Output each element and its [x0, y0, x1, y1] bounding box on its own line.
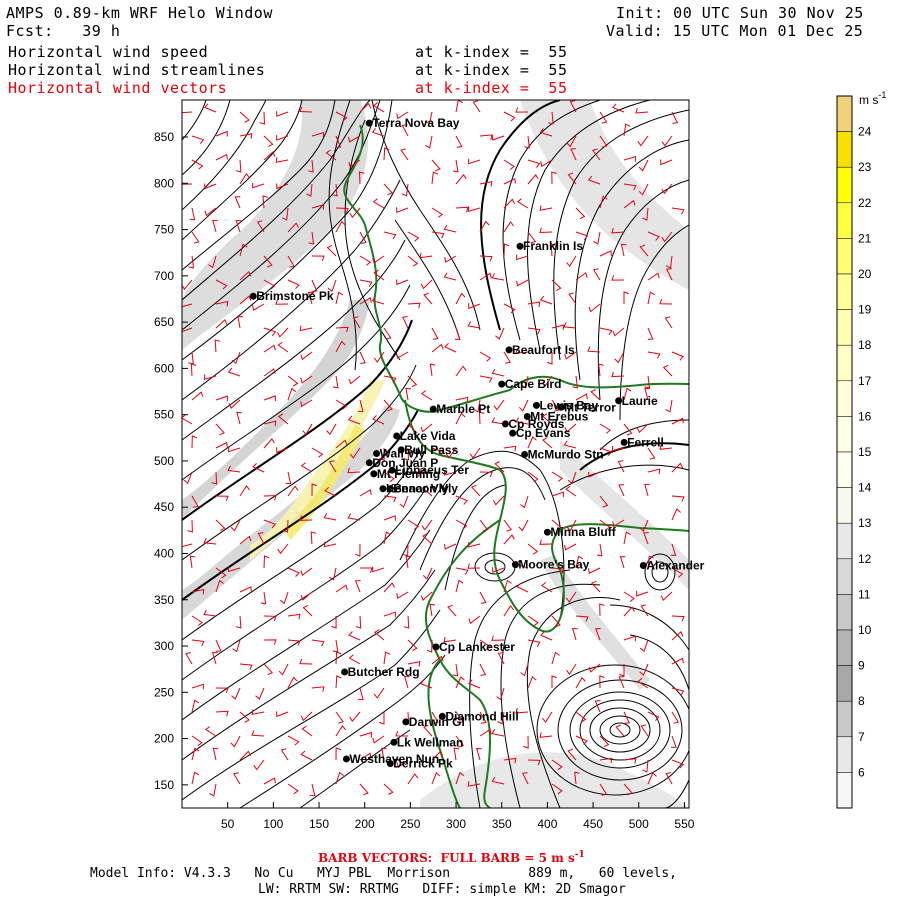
station-label: Linnaeus Ter: [395, 463, 469, 477]
x-tick-label: 150: [309, 817, 329, 831]
colorbar-label: 18: [858, 338, 872, 352]
colorbar-label: 10: [858, 623, 872, 637]
station-label: Cape Bird: [505, 377, 562, 391]
station-label: McMurdo Stn: [528, 447, 604, 461]
colorbar-segment: [836, 166, 853, 204]
colorbar-label: 16: [858, 409, 872, 423]
y-tick-label: 550: [154, 408, 174, 422]
barb-note: BARB VECTORS: FULL BARB = 5 m s-1: [318, 850, 585, 865]
colorbar-segment: [836, 95, 853, 132]
x-tick-label: 500: [629, 817, 649, 831]
colorbar-segment: [836, 772, 853, 809]
x-tick-label: 550: [674, 817, 694, 831]
x-tick-label: 300: [446, 817, 466, 831]
colorbar-segment: [836, 594, 853, 631]
y-tick-label: 400: [154, 546, 174, 560]
station-label: Diamond Hill: [445, 709, 518, 723]
station-label: Terra Nova Bay: [372, 116, 459, 130]
y-tick-label: 850: [154, 130, 174, 144]
model-info-physics: LW: RRTM SW: RRTMG DIFF: simple KM: 2D S…: [258, 882, 626, 897]
colorbar-label: 14: [858, 481, 872, 495]
x-tick-label: 200: [355, 817, 375, 831]
colorbar-segment: [836, 665, 853, 702]
station-label: Derrick Pk: [393, 757, 453, 771]
colorbar-segment: [836, 380, 853, 417]
colorbar-segment: [836, 202, 853, 239]
colorbar-segment: [836, 736, 853, 773]
colorbar-segment: [836, 238, 853, 275]
station-label: Ferrell: [627, 435, 664, 449]
y-tick-label: 300: [154, 639, 174, 653]
x-tick-label: 100: [263, 817, 283, 831]
colorbar-label: 6: [858, 765, 865, 779]
station-label: Minna Bluff: [550, 525, 616, 539]
colorbar-label: 7: [858, 730, 865, 744]
y-tick-label: 650: [154, 315, 174, 329]
colorbar-label: 9: [858, 659, 865, 673]
x-tick-label: 250: [400, 817, 420, 831]
colorbar-segment: [836, 344, 853, 382]
station-label: Moore's Bay: [518, 558, 589, 572]
colorbar-label: 8: [858, 694, 865, 708]
y-tick-label: 150: [154, 778, 174, 792]
colorbar-label: 15: [858, 445, 872, 459]
colorbar-label: 22: [858, 196, 872, 210]
colorbar-segment: [836, 522, 853, 560]
station-label: Cp Evans: [516, 426, 571, 440]
station-label: Cp Lankester: [439, 640, 515, 654]
x-tick-label: 400: [537, 817, 557, 831]
station-label: Laurie: [622, 394, 658, 408]
y-tick-label: 250: [154, 685, 174, 699]
colorbar-segment: [836, 558, 853, 595]
colorbar-label: 24: [858, 125, 872, 139]
station-label: Franklin Is: [523, 239, 583, 253]
y-tick-label: 500: [154, 454, 174, 468]
station-label: Marble Pt: [436, 402, 490, 416]
colorbar-segment: [836, 273, 853, 310]
y-tick-label: 750: [154, 223, 174, 237]
wind-map: 50 100 150 200 250 300 350 400 450 500 550 150 200 2…: [154, 90, 886, 831]
y-tick-label: 450: [154, 500, 174, 514]
colorbar-label: 17: [858, 374, 872, 388]
colorbar-segment: [836, 416, 853, 453]
y-tick-label: 200: [154, 732, 174, 746]
x-tick-label: 50: [221, 817, 235, 831]
station-label: Brimstone Pk: [256, 289, 334, 303]
colorbar-segment: [836, 487, 853, 524]
y-tick-label: 700: [154, 269, 174, 283]
station-label: Mt Erebus: [530, 410, 588, 424]
colorbar-segment: [836, 629, 853, 666]
colorbar-label: 13: [858, 516, 872, 530]
colorbar-label: 12: [858, 552, 872, 566]
colorbar: m s-1 24 23 22 21 20 19 18 17 16 15 14 13 12 11 10 9 8 7 6: [836, 90, 886, 809]
x-tick-label: 450: [583, 817, 603, 831]
model-info: Model Info: V4.3.3 No Cu MYJ PBL Morriso…: [90, 866, 677, 881]
colorbar-label: 21: [858, 231, 872, 245]
station-label: Beaufort Is: [512, 343, 575, 357]
y-tick-label: 350: [154, 593, 174, 607]
station-label: Bull Pass: [404, 443, 458, 457]
colorbar-label: 23: [858, 160, 872, 174]
colorbar-segment: [836, 451, 853, 488]
colorbar-label: 19: [858, 303, 872, 317]
colorbar-label: 11: [858, 587, 871, 601]
colorbar-label: 20: [858, 267, 872, 281]
station-label: Beacon Vly: [393, 482, 458, 496]
station-label: Butcher Rdg: [348, 665, 420, 679]
colorbar-unit: m s-1: [859, 90, 886, 107]
station-label: Alexander: [646, 559, 704, 573]
colorbar-segment: [836, 700, 853, 738]
y-axis: 150 200 250 300 350 400 450 500 550 600 650 700 750 8…: [154, 130, 188, 792]
x-tick-label: 350: [492, 817, 512, 831]
y-tick-label: 800: [154, 176, 174, 190]
station-label: Lk Wellman: [397, 735, 463, 749]
station-label: Lake Vida: [400, 429, 456, 443]
colorbar-segment: [836, 131, 853, 168]
y-tick-label: 600: [154, 361, 174, 375]
colorbar-segment: [836, 309, 853, 346]
